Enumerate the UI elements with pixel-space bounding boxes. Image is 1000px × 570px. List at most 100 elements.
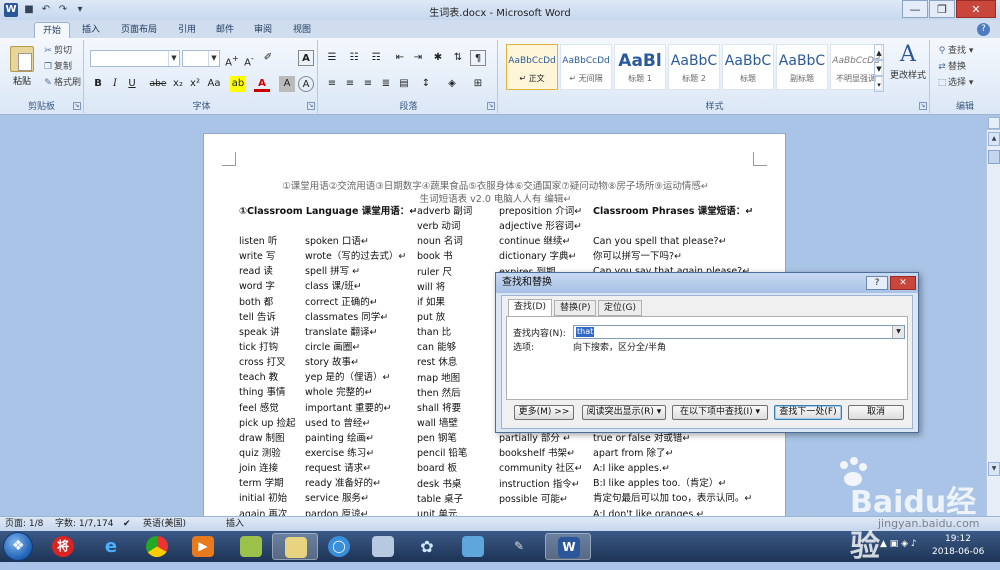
reading-highlight-button[interactable]: 阅读突出显示(R) ▾ <box>582 405 666 420</box>
chevron-down-icon[interactable]: ▼ <box>208 51 219 66</box>
close-button[interactable]: ✕ <box>956 0 996 18</box>
find-what-input[interactable]: that ▼ <box>573 325 905 339</box>
tab-goto[interactable]: 定位(G) <box>598 300 642 316</box>
dialog-close-button[interactable]: ✕ <box>890 276 916 290</box>
strikethrough-button[interactable]: abe <box>148 76 168 92</box>
tab-review[interactable]: 审阅 <box>246 22 280 38</box>
char-shading-button[interactable]: A <box>279 76 295 92</box>
tab-page-layout[interactable]: 页面布局 <box>113 22 165 38</box>
bullets-icon[interactable]: ☰ <box>324 50 340 66</box>
ruler-toggle-icon[interactable] <box>988 117 1000 129</box>
style-normal[interactable]: AaBbCcDd ↵ 正文 <box>506 44 558 90</box>
shrink-font-icon[interactable]: A- <box>241 50 257 68</box>
chinese-layout-icon[interactable]: ✱ <box>430 50 446 66</box>
tab-mailings[interactable]: 邮件 <box>208 22 242 38</box>
multilevel-list-icon[interactable]: ☶ <box>368 50 384 66</box>
change-styles-button[interactable]: A 更改样式 <box>888 42 928 92</box>
font-color-button[interactable]: A <box>254 76 270 92</box>
copy-button[interactable]: ❐ 复制 <box>42 60 72 74</box>
highlight-icon[interactable]: ab <box>230 76 246 92</box>
tab-insert[interactable]: 插入 <box>74 22 108 38</box>
tab-view[interactable]: 视图 <box>285 22 319 38</box>
taskbar-app-media[interactable]: ▶ <box>180 533 226 560</box>
grow-font-icon[interactable]: A+ <box>224 50 240 68</box>
borders-icon[interactable]: ⊞ <box>470 76 486 92</box>
scroll-up-icon[interactable]: ▲ <box>988 132 1000 146</box>
more-button[interactable]: 更多(M) >> <box>514 405 574 420</box>
taskbar-app-word[interactable]: W <box>545 533 591 560</box>
cut-button[interactable]: ✂ 剪切 <box>42 44 72 58</box>
italic-button[interactable]: I <box>107 76 123 92</box>
show-marks-icon[interactable]: ¶ <box>470 50 486 66</box>
chevron-down-icon[interactable]: ▼ <box>168 51 179 66</box>
taskbar-app-jiang[interactable]: 将 <box>40 533 86 560</box>
bold-button[interactable]: B <box>90 76 106 92</box>
taskbar-app-tool[interactable]: ✎ <box>496 533 542 560</box>
enclose-char-button[interactable]: A <box>298 76 314 92</box>
tab-replace[interactable]: 替换(P) <box>554 300 597 316</box>
tab-find[interactable]: 查找(D) <box>508 299 552 317</box>
taskbar-app-explorer[interactable] <box>272 533 318 560</box>
gallery-more-icon[interactable]: ▾ <box>874 76 884 92</box>
distribute-icon[interactable]: ▤ <box>396 76 412 92</box>
style-no-spacing[interactable]: AaBbCcDd ↵ 无间隔 <box>560 44 612 90</box>
taskbar-app-paint[interactable] <box>450 533 496 560</box>
taskbar-app-folder[interactable] <box>228 533 274 560</box>
align-left-icon[interactable]: ≡ <box>324 76 340 92</box>
style-title[interactable]: AaBbC 标题 <box>722 44 774 90</box>
subscript-button[interactable]: x₂ <box>170 76 186 92</box>
maximize-button[interactable]: ❐ <box>929 0 955 18</box>
shading-icon[interactable]: ◈ <box>444 76 460 92</box>
start-button[interactable]: ❖ <box>3 532 33 561</box>
style-heading-2[interactable]: AaBbC 标题 2 <box>668 44 720 90</box>
sort-icon[interactable]: ⇅ <box>450 50 466 66</box>
tab-references[interactable]: 引用 <box>170 22 204 38</box>
find-in-button[interactable]: 在以下项中查找(I) ▾ <box>672 405 768 420</box>
chevron-down-icon[interactable]: ▼ <box>892 326 904 338</box>
gallery-up-icon[interactable]: ▲ <box>874 44 884 60</box>
cancel-button[interactable]: 取消 <box>848 405 904 420</box>
taskbar-app-image[interactable] <box>360 533 406 560</box>
paragraph-launcher-icon[interactable]: ↘ <box>487 102 495 110</box>
select-button[interactable]: ⬚ 选择 ▾ <box>936 76 974 90</box>
underline-button[interactable]: U <box>124 76 140 92</box>
proofing-icon[interactable]: ✔ <box>123 517 131 531</box>
style-subtitle[interactable]: AaBbC 副标题 <box>776 44 828 90</box>
justify-icon[interactable]: ≣ <box>378 76 394 92</box>
taskbar-app-ie[interactable]: e <box>88 533 134 560</box>
align-center-icon[interactable]: ≡ <box>342 76 358 92</box>
decrease-indent-icon[interactable]: ⇤ <box>392 50 408 66</box>
align-right-icon[interactable]: ≡ <box>360 76 376 92</box>
line-spacing-icon[interactable]: ↕ <box>418 76 434 92</box>
increase-indent-icon[interactable]: ⇥ <box>410 50 426 66</box>
dialog-help-button[interactable]: ? <box>866 276 888 290</box>
paste-button[interactable]: 粘贴 <box>6 44 38 94</box>
scroll-thumb[interactable] <box>988 150 1000 164</box>
styles-launcher-icon[interactable]: ↘ <box>919 102 927 110</box>
insert-mode[interactable]: 插入 <box>226 517 244 531</box>
clipboard-launcher-icon[interactable]: ↘ <box>73 102 81 110</box>
taskbar-app-chrome[interactable] <box>134 533 180 560</box>
style-heading-1[interactable]: AaBl 标题 1 <box>614 44 666 90</box>
font-launcher-icon[interactable]: ↘ <box>307 102 315 110</box>
replace-button[interactable]: ⇄ 替换 <box>936 60 966 74</box>
font-size-combo[interactable]: ▼ <box>182 50 220 67</box>
taskbar-app-cloud[interactable]: ✿ <box>404 533 450 560</box>
tab-home[interactable]: 开始 <box>34 22 71 38</box>
find-next-button[interactable]: 查找下一处(F) <box>774 405 842 420</box>
page-count[interactable]: 页面: 1/8 <box>5 517 43 531</box>
numbering-icon[interactable]: ☷ <box>346 50 362 66</box>
minimize-button[interactable]: — <box>902 0 928 18</box>
gallery-down-icon[interactable]: ▼ <box>874 60 884 76</box>
char-border-icon[interactable]: A <box>298 50 314 66</box>
superscript-button[interactable]: x² <box>187 76 203 92</box>
find-button[interactable]: ⚲ 查找 ▾ <box>936 44 974 58</box>
taskbar-app-browser[interactable]: ◯ <box>316 533 362 560</box>
font-name-combo[interactable]: ▼ <box>90 50 180 67</box>
help-icon[interactable]: ? <box>977 23 990 36</box>
change-case-button[interactable]: Aa <box>204 76 224 92</box>
format-painter-button[interactable]: ✎ 格式刷 <box>42 76 81 90</box>
word-count[interactable]: 字数: 1/7,174 <box>55 517 113 531</box>
clear-format-icon[interactable]: ✐ <box>260 50 276 66</box>
language[interactable]: 英语(美国) <box>143 517 186 531</box>
